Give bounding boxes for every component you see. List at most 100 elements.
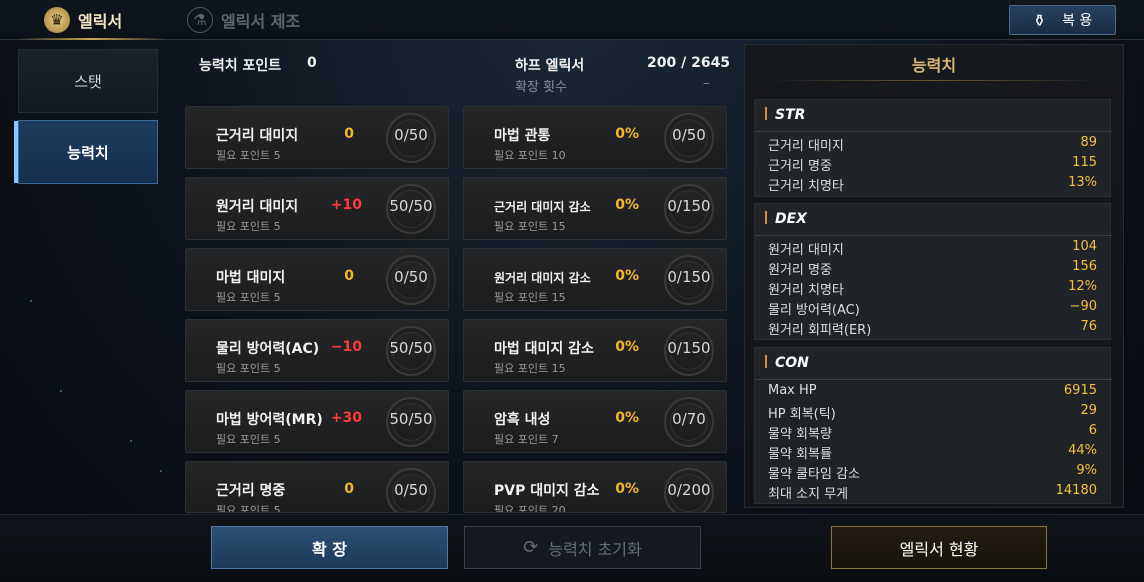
str-section: STR 근거리 대미지 89 근거리 명중 115 근거리 치명타 13% [754,99,1112,197]
stat-count: 0/150 [667,268,711,286]
panel-title: 능력치 [911,56,957,75]
stat-label: 물약 회복률 [768,447,832,462]
refresh-icon: ⟳ [523,537,539,558]
stat-name: PVP 대미지 감소 [494,483,600,499]
stat-card-melee-damage[interactable]: 근거리 대미지 필요 포인트 5 0 0/50 [185,106,449,169]
stat-card-magic-penetration[interactable]: 마법 관통 필요 포인트 10 0% 0/50 [463,106,727,169]
stat-label: Max HP [768,383,817,398]
stat-row: 원거리 치명타 12% [768,279,1097,299]
section-divider [755,235,1112,236]
stat-card-melee-damage-reduction[interactable]: 근거리 대미지 감소 필요 포인트 15 0% 0/150 [463,177,727,240]
stat-name: 원거리 대미지 [216,199,299,215]
stat-label: 원거리 대미지 [768,243,844,258]
stat-value: 6915 [1063,383,1097,398]
stat-label: 원거리 명중 [768,263,832,278]
decor-spark [30,300,32,302]
stat-required-points: 필요 포인트 5 [216,433,281,446]
stat-row: 원거리 명중 156 [768,259,1097,279]
stat-label: 최대 소지 무게 [768,487,849,502]
expand-button[interactable]: 확 장 [211,526,448,569]
reset-ability-button[interactable]: ⟳ 능력치 초기화 [464,526,701,569]
stat-row: 근거리 대미지 89 [768,135,1097,155]
stat-card-melee-accuracy[interactable]: 근거리 명중 필요 포인트 5 0 0/50 [185,461,449,513]
stat-count: 50/50 [389,339,433,357]
stat-label: 원거리 치명타 [768,283,844,298]
stat-value: 13% [1068,175,1097,190]
stat-required-points: 필요 포인트 15 [494,291,566,304]
stat-value: 156 [1072,259,1097,274]
stat-count: 0/200 [667,481,711,499]
tab-elixir[interactable]: ♛ 엘릭서 [15,0,169,40]
stat-bonus: 0% [615,410,639,426]
sidebar-item-stat[interactable]: 스탯 [18,49,158,113]
stat-name: 마법 관통 [494,128,551,144]
stat-label: 물약 회복량 [768,427,832,442]
stat-row: HP 회복(틱) 29 [768,403,1097,423]
elixir-status-button[interactable]: 엘릭서 현황 [831,526,1047,569]
section-divider [755,379,1112,380]
stat-count: 0/50 [394,481,428,499]
stat-bonus: 0 [344,268,354,284]
stat-card-physical-defense[interactable]: 물리 방어력(AC) 필요 포인트 5 −10 50/50 [185,319,449,382]
stat-required-points: 필요 포인트 20 [494,504,566,513]
tab-elixir-craft[interactable]: ⚗ 엘릭서 제조 [187,0,300,40]
expand-count-value: – [703,76,710,91]
stat-value: 44% [1068,443,1097,458]
stat-card-pvp-damage-reduction[interactable]: PVP 대미지 감소 필요 포인트 20 0% 0/200 [463,461,727,513]
stat-row: 근거리 명중 115 [768,155,1097,175]
stat-required-points: 필요 포인트 15 [494,362,566,375]
stat-value: 76 [1080,319,1097,334]
sidebar-item-ability[interactable]: 능력치 [14,120,158,184]
stat-bonus: 0% [615,126,639,142]
stat-value: 104 [1072,239,1097,254]
stat-name: 물리 방어력(AC) [216,341,320,357]
stat-card-magic-damage[interactable]: 마법 대미지 필요 포인트 5 0 0/50 [185,248,449,311]
stat-card-darkness-resistance[interactable]: 암흑 내성 필요 포인트 7 0% 0/70 [463,390,727,453]
stat-value: 14180 [1055,483,1097,498]
stat-row: 물약 회복량 6 [768,423,1097,443]
decor-spark [130,440,132,442]
stat-count: 0/50 [394,268,428,286]
tab-elixir-label: 엘릭서 [78,12,123,31]
stat-required-points: 필요 포인트 5 [216,149,281,162]
stat-card-magic-defense[interactable]: 마법 방어력(MR) 필요 포인트 5 +30 50/50 [185,390,449,453]
stat-name: 근거리 대미지 [216,128,299,144]
stat-bonus: 0% [615,339,639,355]
stat-count: 50/50 [389,197,433,215]
stat-name: 암흑 내성 [494,412,551,428]
decor-spark [160,470,162,472]
stat-bonus: 0% [615,268,639,284]
panel-title-divider [770,80,1100,81]
restore-button[interactable]: ⚱ 복 용 [1009,5,1116,35]
elixir-status-label: 엘릭서 현황 [899,539,979,559]
points-label: 능력치 포인트 [199,58,282,74]
stat-required-points: 필요 포인트 5 [216,504,281,513]
stat-label: 물리 방어력(AC) [768,303,860,318]
stat-label: 근거리 명중 [768,159,832,174]
elixir-crown-icon: ♛ [44,7,70,33]
stat-row: 원거리 회피력(ER) 76 [768,319,1097,339]
stat-label: 원거리 회피력(ER) [768,323,872,338]
stat-bonus: +10 [330,197,362,213]
stat-card-magic-damage-reduction[interactable]: 마법 대미지 감소 필요 포인트 15 0% 0/150 [463,319,727,382]
stat-name: 마법 방어력(MR) [216,412,323,428]
stat-label: HP 회복(틱) [768,407,836,422]
stat-card-ranged-damage[interactable]: 원거리 대미지 필요 포인트 5 +10 50/50 [185,177,449,240]
stat-bonus: 0% [615,481,639,497]
stat-value: 9% [1076,463,1097,478]
stat-count: 50/50 [389,410,433,428]
stat-name: 원거리 대미지 감소 [494,271,591,285]
stat-count: 0/150 [667,197,711,215]
stat-required-points: 필요 포인트 15 [494,220,566,233]
stat-count: 0/50 [672,126,706,144]
sidebar-item-label: 능력치 [67,143,109,162]
half-elixir-label: 하프 엘릭서 [515,58,585,74]
stat-value: 89 [1080,135,1097,150]
reset-ability-label: 능력치 초기화 [548,539,642,559]
stat-bonus: −10 [330,339,362,355]
stat-name: 근거리 대미지 감소 [494,200,591,214]
half-elixir-value: 200 / 2645 [647,55,731,71]
stat-card-ranged-damage-reduction[interactable]: 원거리 대미지 감소 필요 포인트 15 0% 0/150 [463,248,727,311]
section-divider [755,131,1112,132]
stat-label: 근거리 치명타 [768,179,844,194]
